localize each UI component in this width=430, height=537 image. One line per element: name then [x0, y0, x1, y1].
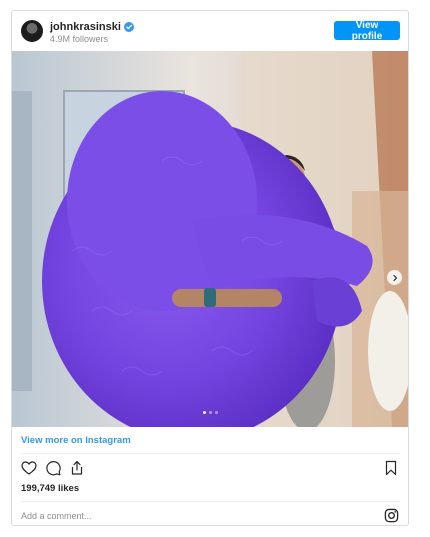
carousel-dot: [208, 411, 212, 414]
post-photo[interactable]: [12, 51, 408, 427]
comment-bar: [21, 507, 399, 525]
verified-badge-icon: [123, 22, 134, 32]
action-bar: [21, 460, 399, 478]
view-profile-button[interactable]: View profile: [334, 20, 400, 42]
heart-icon[interactable]: [21, 460, 37, 476]
view-more-link[interactable]: View more on Instagram: [21, 435, 131, 446]
divider: [21, 453, 399, 454]
instagram-embed-card: johnkrasinski 4.9M followers View profil…: [11, 10, 409, 526]
share-icon[interactable]: [69, 460, 85, 476]
carousel-dot: [202, 411, 206, 414]
carousel-dot: [214, 411, 218, 414]
comment-icon[interactable]: [45, 460, 61, 476]
instagram-icon[interactable]: [384, 508, 399, 523]
divider: [21, 501, 399, 502]
username-row[interactable]: johnkrasinski: [50, 21, 134, 33]
post-photo-illustration: [12, 51, 408, 427]
chevron-right-icon: [392, 274, 397, 281]
followers-count: 4.9M followers: [50, 34, 109, 44]
next-photo-button[interactable]: [387, 270, 402, 285]
likes-count[interactable]: 199,749 likes: [21, 483, 79, 494]
avatar[interactable]: [21, 20, 43, 42]
comment-input[interactable]: [21, 507, 361, 525]
carousel-indicator: [12, 411, 408, 414]
username[interactable]: johnkrasinski: [50, 21, 121, 33]
post-header: johnkrasinski 4.9M followers View profil…: [12, 11, 408, 51]
bookmark-icon[interactable]: [383, 460, 399, 476]
